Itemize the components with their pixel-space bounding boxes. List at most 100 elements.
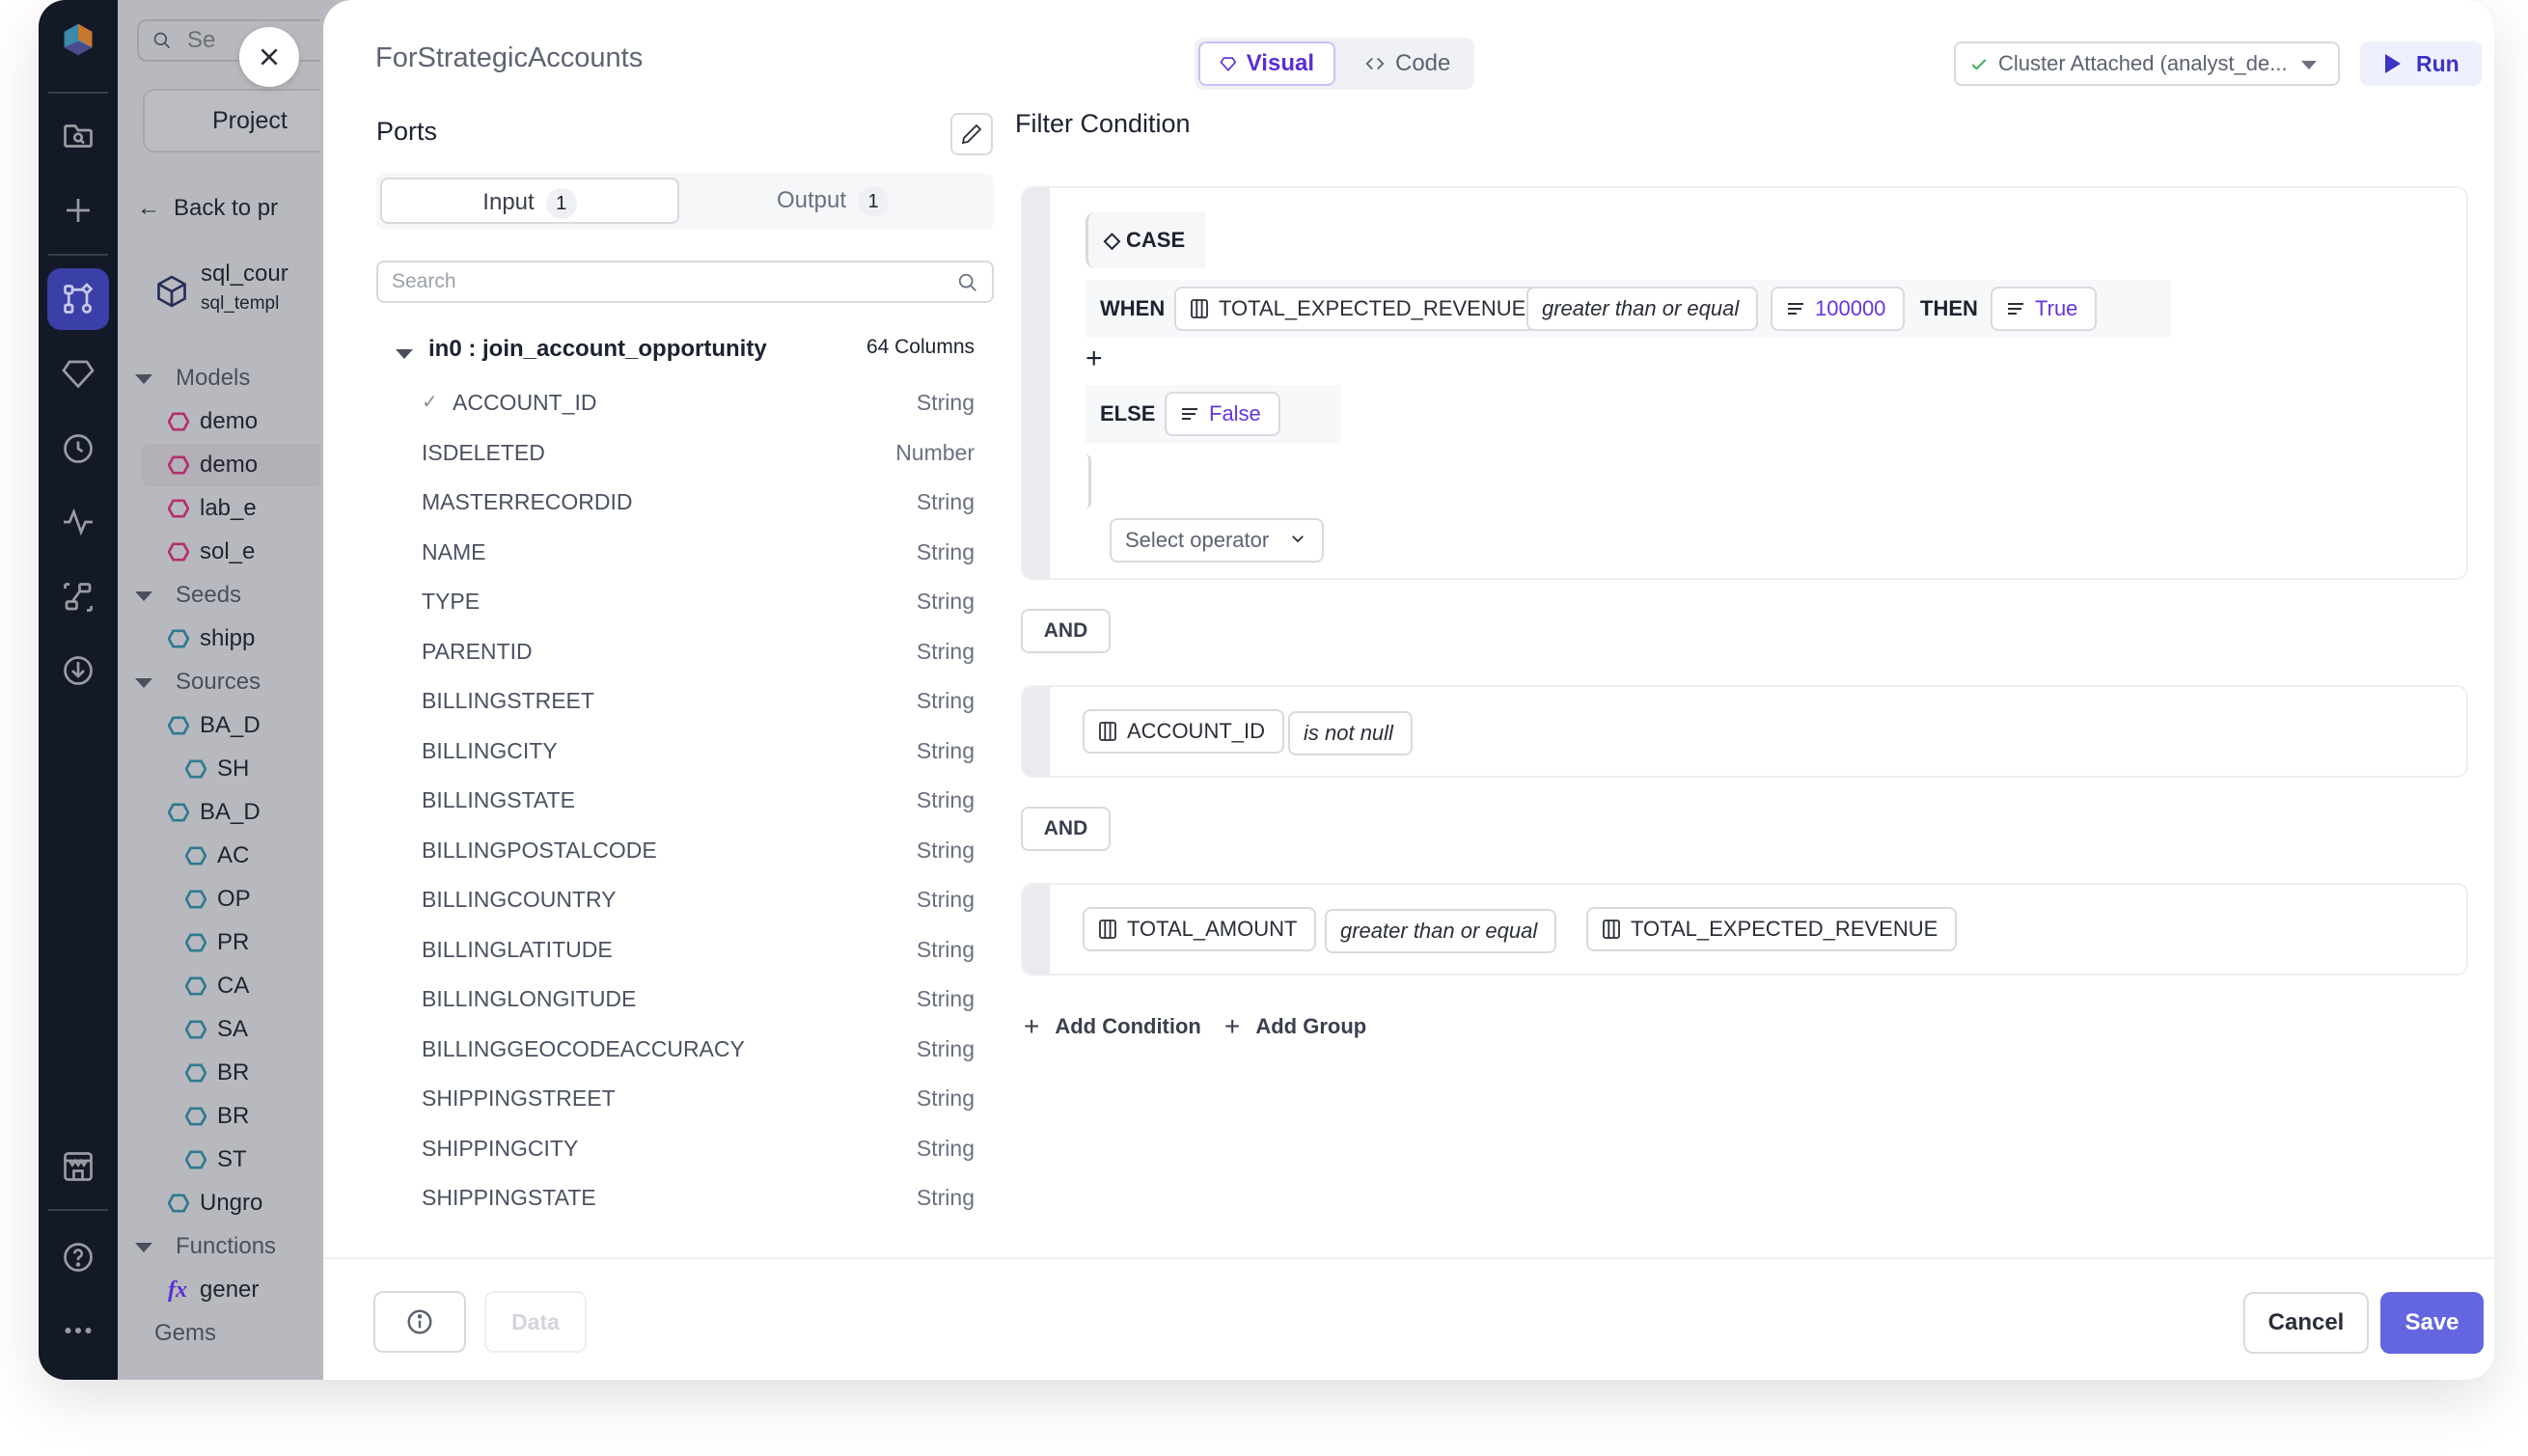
when-value-chip[interactable]: 100000 bbox=[1771, 287, 1906, 331]
code-tab[interactable]: Code bbox=[1345, 41, 1470, 86]
column-row[interactable]: BILLINGSTREET String bbox=[376, 676, 994, 727]
then-value-chip[interactable]: True bbox=[1991, 287, 2098, 331]
condition-operator: is not null bbox=[1304, 721, 1393, 745]
back-link[interactable]: ← Back to pr bbox=[137, 195, 278, 222]
column-row[interactable]: TYPE String bbox=[376, 577, 994, 627]
source-icon bbox=[185, 1063, 206, 1083]
project-sidebar: Se Project ← Back to pr sql_cour sql_temp… bbox=[118, 0, 320, 1380]
column-row[interactable]: ISDELETED Number bbox=[376, 428, 994, 479]
condition-operator-chip[interactable]: is not null bbox=[1288, 711, 1413, 755]
add-when-button[interactable]: + bbox=[1085, 343, 1103, 375]
marketplace-icon[interactable] bbox=[56, 1144, 100, 1189]
gem-icon[interactable] bbox=[56, 351, 100, 396]
plus-icon[interactable] bbox=[56, 188, 100, 233]
condition-group-3: TOTAL_AMOUNT greater than or equal TOTAL… bbox=[1021, 883, 2468, 975]
column-row[interactable]: NAME String bbox=[376, 528, 994, 578]
folder-search-icon[interactable] bbox=[56, 114, 100, 158]
tree-item[interactable]: demo bbox=[141, 444, 320, 486]
info-button[interactable] bbox=[373, 1291, 466, 1353]
group-drag-handle[interactable] bbox=[1023, 188, 1050, 578]
column-row[interactable]: ✓ ACCOUNT_ID String bbox=[376, 378, 994, 428]
column-name: NAME bbox=[422, 538, 486, 564]
more-icon[interactable] bbox=[56, 1308, 100, 1353]
logo-icon[interactable] bbox=[56, 17, 100, 62]
save-button[interactable]: Save bbox=[2380, 1292, 2484, 1354]
check-icon bbox=[1971, 59, 1987, 70]
column-row[interactable]: PARENTID String bbox=[376, 627, 994, 677]
caret-down-icon bbox=[135, 678, 152, 688]
model-icon bbox=[168, 542, 189, 562]
rail-divider bbox=[48, 92, 108, 94]
column-row[interactable]: BILLINGCOUNTRY String bbox=[376, 875, 994, 925]
column-row[interactable]: SHIPPINGSTREET String bbox=[376, 1074, 994, 1124]
source-icon bbox=[168, 803, 189, 822]
column-search bbox=[376, 261, 994, 303]
search-icon bbox=[153, 32, 171, 49]
tab-output[interactable]: Output 1 bbox=[683, 178, 982, 224]
tab-input[interactable]: Input 1 bbox=[380, 178, 679, 224]
cancel-button[interactable]: Cancel bbox=[2243, 1292, 2369, 1354]
lineage-icon[interactable] bbox=[56, 575, 100, 619]
column-row[interactable]: BILLINGCITY String bbox=[376, 727, 994, 777]
condition-right-column-chip[interactable]: TOTAL_EXPECTED_REVENUE bbox=[1586, 907, 1958, 951]
collapse-caret-icon bbox=[396, 349, 413, 359]
condition-group-2: ACCOUNT_ID is not null bbox=[1021, 685, 2468, 778]
column-type: String bbox=[916, 986, 975, 1011]
column-name: SHIPPINGCITY bbox=[422, 1135, 579, 1161]
column-type: String bbox=[916, 638, 975, 664]
download-icon[interactable] bbox=[56, 648, 100, 693]
source-icon bbox=[168, 1194, 189, 1213]
pipeline-icon[interactable] bbox=[47, 268, 109, 330]
column-row[interactable]: BILLINGPOSTALCODE String bbox=[376, 826, 994, 876]
condition-operator-chip[interactable]: greater than or equal bbox=[1325, 909, 1557, 953]
column-name: BILLINGLONGITUDE bbox=[422, 986, 637, 1011]
chevron-down-icon bbox=[1292, 536, 1304, 543]
run-button[interactable]: Run bbox=[2360, 41, 2482, 86]
project-tab[interactable]: Project bbox=[143, 89, 320, 152]
when-column-chip[interactable]: TOTAL_EXPECTED_REVENUE bbox=[1174, 287, 1546, 331]
column-row[interactable]: MASTERRECORDID String bbox=[376, 478, 994, 528]
activity-icon[interactable] bbox=[56, 500, 100, 544]
gem-title[interactable]: ForStrategicAccounts bbox=[375, 42, 643, 74]
edit-ports-button[interactable] bbox=[950, 113, 993, 155]
cube-icon bbox=[157, 275, 186, 308]
add-group-button[interactable]: + Add Group bbox=[1224, 1011, 1366, 1042]
column-icon bbox=[1191, 299, 1208, 318]
data-button[interactable]: Data bbox=[484, 1291, 587, 1353]
condition-column-chip[interactable]: ACCOUNT_ID bbox=[1083, 709, 1285, 754]
close-icon bbox=[261, 48, 278, 66]
column-name: TYPE bbox=[422, 589, 481, 614]
tree-item-label: SH bbox=[217, 755, 250, 782]
column-name: BILLINGGEOCODEACCURACY bbox=[422, 1035, 745, 1061]
column-row[interactable]: BILLINGSTATE String bbox=[376, 776, 994, 826]
column-row[interactable]: BILLINGLONGITUDE String bbox=[376, 975, 994, 1025]
condition-left-column-chip[interactable]: TOTAL_AMOUNT bbox=[1083, 907, 1317, 951]
tree-item-label: gener bbox=[200, 1277, 260, 1303]
caret-down-icon bbox=[135, 374, 152, 384]
column-row[interactable]: BILLINGGEOCODEACCURACY String bbox=[376, 1025, 994, 1075]
cluster-dropdown[interactable]: Cluster Attached (analyst_de... bbox=[1954, 41, 2340, 86]
close-button[interactable] bbox=[239, 27, 299, 87]
when-operator-chip[interactable]: greater than or equal bbox=[1526, 287, 1759, 331]
column-row[interactable]: SHIPPINGCITY String bbox=[376, 1124, 994, 1174]
and-operator-button[interactable]: AND bbox=[1021, 807, 1111, 851]
tree-item-label: lab_e bbox=[200, 495, 257, 521]
column-icon bbox=[1099, 722, 1116, 741]
seed-icon bbox=[168, 629, 189, 648]
clock-icon[interactable] bbox=[56, 426, 100, 471]
group-drag-handle[interactable] bbox=[1023, 885, 1050, 974]
column-type: String bbox=[916, 1085, 975, 1111]
select-operator-dropdown[interactable]: Select operator bbox=[1110, 518, 1324, 563]
add-condition-button[interactable]: + Add Condition bbox=[1024, 1011, 1201, 1042]
column-search-input[interactable] bbox=[392, 270, 932, 293]
and-operator-button[interactable]: AND bbox=[1021, 609, 1111, 653]
port-header[interactable]: in0 : join_account_opportunity 64 Column… bbox=[396, 336, 994, 371]
group-drag-handle[interactable] bbox=[1023, 687, 1050, 776]
column-row[interactable]: BILLINGLATITUDE String bbox=[376, 925, 994, 975]
column-type: String bbox=[916, 737, 975, 763]
column-row[interactable]: SHIPPINGSTATE String bbox=[376, 1173, 994, 1218]
column-type: String bbox=[916, 887, 975, 912]
help-icon[interactable] bbox=[56, 1235, 100, 1279]
else-value-chip[interactable]: False bbox=[1165, 392, 1280, 436]
visual-tab[interactable]: Visual bbox=[1198, 41, 1335, 86]
